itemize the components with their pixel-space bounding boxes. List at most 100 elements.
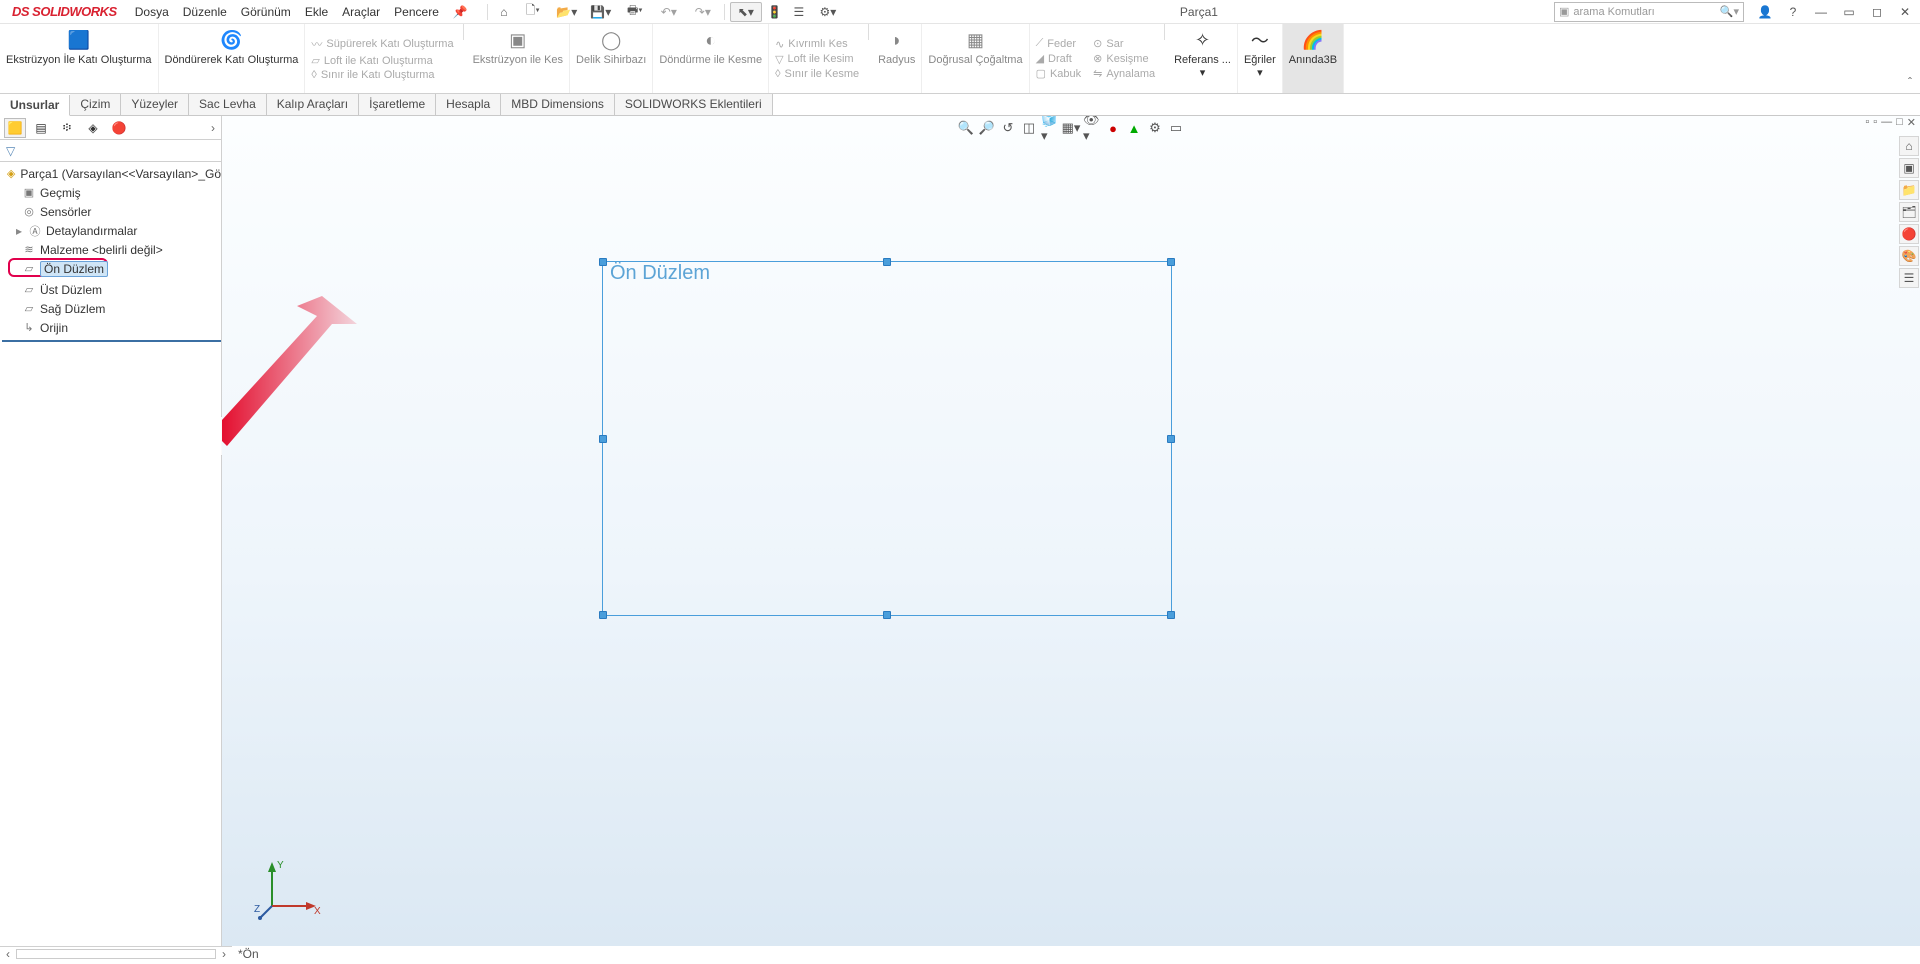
- ribbon-collapse-icon[interactable]: ˆ: [1900, 71, 1920, 93]
- tree-annotations[interactable]: ▸ⒶDetaylandırmalar: [2, 221, 221, 240]
- tree-right-plane[interactable]: ▱Sağ Düzlem: [2, 299, 221, 318]
- zoom-area-icon[interactable]: 🔎: [978, 119, 996, 137]
- taskpane-home-icon[interactable]: ⌂: [1899, 136, 1919, 156]
- open-icon[interactable]: 📂▾: [551, 2, 583, 22]
- cut-sweep-button[interactable]: ∿Kıvrımlı Kes: [775, 38, 848, 51]
- orientation-triad[interactable]: Y X Z: [252, 856, 322, 926]
- menu-window[interactable]: Pencere: [394, 5, 439, 19]
- minimize-icon[interactable]: —: [1810, 2, 1832, 22]
- intersect-button[interactable]: ⊗Kesişme: [1093, 52, 1148, 65]
- taskpane-props-icon[interactable]: ☰: [1899, 268, 1919, 288]
- filter-icon[interactable]: ▽: [6, 144, 15, 158]
- render-icon[interactable]: ▭: [1167, 119, 1185, 137]
- shell-button[interactable]: ▢Kabuk: [1036, 67, 1082, 80]
- instant3d-button[interactable]: 🌈Anında3B: [1283, 24, 1344, 93]
- property-manager-tab[interactable]: ▤: [30, 118, 52, 138]
- undo-icon[interactable]: ↶▾: [653, 2, 685, 22]
- tree-root[interactable]: ◈Parça1 (Varsayılan<<Varsayılan>_Gö: [2, 164, 221, 183]
- restore-icon[interactable]: ▭: [1838, 2, 1860, 22]
- draft-button[interactable]: ◢Draft: [1036, 52, 1072, 65]
- display-style-icon[interactable]: ▦▾: [1062, 119, 1080, 137]
- tree-origin[interactable]: ↳Orijin: [2, 318, 221, 337]
- sweep-boss-button[interactable]: 〰Süpürerek Katı Oluşturma: [311, 36, 453, 52]
- scene-icon[interactable]: ▲: [1125, 119, 1143, 137]
- taskpane-explorer-icon[interactable]: 🗂: [1899, 202, 1919, 222]
- fillet-button[interactable]: ◗Radyus: [872, 24, 922, 93]
- tab-evaluate[interactable]: Hesapla: [436, 94, 501, 115]
- linear-pattern-button[interactable]: ▦Doğrusal Çoğaltma: [922, 24, 1029, 93]
- hscroll-track[interactable]: [16, 949, 216, 959]
- tree-history[interactable]: ▣Geçmiş: [2, 183, 221, 202]
- gw-cascade-icon[interactable]: ▫: [1873, 116, 1877, 129]
- loft-boss-button[interactable]: ▱Loft ile Katı Oluşturma: [311, 54, 432, 67]
- boundary-boss-button[interactable]: ◊Sınır ile Katı Oluşturma: [311, 69, 434, 81]
- close-icon[interactable]: ✕: [1894, 2, 1916, 22]
- menu-insert[interactable]: Ekle: [305, 5, 328, 19]
- hole-wizard-button[interactable]: ◯Delik Sihirbazı: [570, 24, 653, 93]
- tab-addins[interactable]: SOLIDWORKS Eklentileri: [615, 94, 773, 115]
- cut-boundary-button[interactable]: ◊Sınır ile Kesme: [775, 68, 859, 80]
- appearance-icon[interactable]: ●: [1104, 119, 1122, 137]
- tree-sensors[interactable]: ◎Sensörler: [2, 202, 221, 221]
- hscroll-right[interactable]: ›: [216, 947, 232, 961]
- tab-sheetmetal[interactable]: Sac Levha: [189, 94, 267, 115]
- wrap-button[interactable]: ⊙Sar: [1093, 37, 1123, 50]
- reference-geometry-button[interactable]: ✧Referans ...▾: [1168, 24, 1238, 93]
- hscroll-left[interactable]: ‹: [0, 947, 16, 961]
- taskpane-library-icon[interactable]: 📁: [1899, 180, 1919, 200]
- gw-tile-icon[interactable]: ▫: [1865, 116, 1869, 129]
- cut-loft-button[interactable]: ▽Loft ile Kesim: [775, 53, 854, 66]
- extrude-boss-button[interactable]: 🟦 Ekstrüzyon İle Katı Oluşturma: [0, 24, 159, 93]
- menu-file[interactable]: Dosya: [135, 5, 169, 19]
- cut-revolve-button[interactable]: ◐Döndürme ile Kesme: [653, 24, 769, 93]
- menu-view[interactable]: Görünüm: [241, 5, 291, 19]
- display-manager-tab[interactable]: 🔴: [108, 118, 130, 138]
- tab-surfaces[interactable]: Yüzeyler: [121, 94, 189, 115]
- front-plane-graphic[interactable]: [602, 261, 1172, 616]
- gw-min-icon[interactable]: —: [1881, 116, 1892, 129]
- tree-front-plane[interactable]: ▱Ön Düzlem: [2, 259, 221, 278]
- view-settings-icon[interactable]: ⚙: [1146, 119, 1164, 137]
- new-icon[interactable]: 🗋▾: [517, 2, 549, 22]
- section-view-icon[interactable]: ◫: [1020, 119, 1038, 137]
- gw-close-icon[interactable]: ✕: [1907, 116, 1916, 129]
- feature-tree-tab[interactable]: 🟨: [4, 118, 26, 138]
- menu-tools[interactable]: Araçlar: [342, 5, 380, 19]
- hide-show-icon[interactable]: 👁▾: [1083, 119, 1101, 137]
- tab-sketch[interactable]: Çizim: [70, 94, 121, 115]
- select-icon[interactable]: ⬉▾: [730, 2, 762, 22]
- help-icon[interactable]: ?: [1782, 2, 1804, 22]
- redo-icon[interactable]: ↷▾: [687, 2, 719, 22]
- taskpane-view-icon[interactable]: 🔴: [1899, 224, 1919, 244]
- tree-material[interactable]: ≋Malzeme <belirli değil>: [2, 240, 221, 259]
- zoom-fit-icon[interactable]: 🔍: [957, 119, 975, 137]
- tab-mold[interactable]: Kalıp Araçları: [267, 94, 359, 115]
- taskpane-resources-icon[interactable]: ▣: [1899, 158, 1919, 178]
- options-icon[interactable]: ⚙▾: [812, 2, 844, 22]
- save-icon[interactable]: 💾▾: [585, 2, 617, 22]
- config-manager-tab[interactable]: ፨: [56, 118, 78, 138]
- mirror-button[interactable]: ⇋Aynalama: [1093, 67, 1155, 80]
- tab-features[interactable]: Unsurlar: [0, 95, 70, 116]
- print-icon[interactable]: 🖶▾: [619, 2, 651, 22]
- maximize-icon[interactable]: ◻: [1866, 2, 1888, 22]
- gw-max-icon[interactable]: □: [1896, 116, 1903, 129]
- panel-expand-icon[interactable]: ›: [211, 121, 215, 135]
- dim-expert-tab[interactable]: ◈: [82, 118, 104, 138]
- tab-mbd[interactable]: MBD Dimensions: [501, 94, 615, 115]
- tree-top-plane[interactable]: ▱Üst Düzlem: [2, 280, 221, 299]
- view-orient-icon[interactable]: 🧊▾: [1041, 119, 1059, 137]
- search-input[interactable]: ▣ arama Komutları 🔍▾: [1554, 2, 1744, 22]
- rebuild-icon[interactable]: ☰: [788, 2, 810, 22]
- tab-markup[interactable]: İşaretleme: [359, 94, 436, 115]
- user-icon[interactable]: 👤: [1754, 2, 1776, 22]
- cut-extrude-button[interactable]: ▣Ekstrüzyon ile Kes: [467, 24, 570, 93]
- revolve-boss-button[interactable]: 🌀 Döndürerek Katı Oluşturma: [159, 24, 306, 93]
- taskpane-appearance-icon[interactable]: 🎨: [1899, 246, 1919, 266]
- menu-edit[interactable]: Düzenle: [183, 5, 227, 19]
- curves-button[interactable]: 〜Eğriler▾: [1238, 24, 1283, 93]
- rib-button[interactable]: ⟋Feder: [1036, 37, 1076, 50]
- prev-view-icon[interactable]: ↺: [999, 119, 1017, 137]
- pin-icon[interactable]: 📌: [453, 5, 468, 19]
- traffic-icon[interactable]: 🚦: [764, 2, 786, 22]
